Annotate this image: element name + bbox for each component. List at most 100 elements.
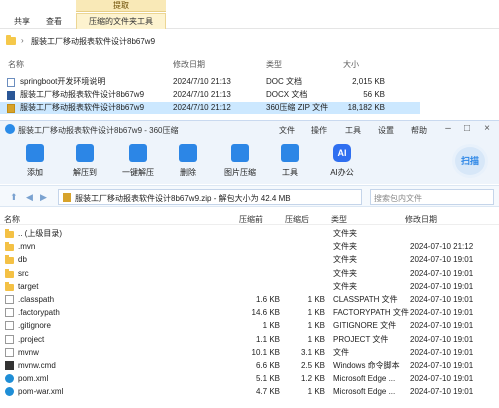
address-bar[interactable]: › 服装工厂移动报表软件设计8b67w9 <box>0 33 499 51</box>
folder-icon <box>5 268 14 278</box>
image-compress-label: 图片压缩 <box>224 168 256 177</box>
one-click-extract-button[interactable]: 一键解压 <box>116 144 160 178</box>
add-icon <box>26 144 44 162</box>
file-size: 18,182 KB <box>347 103 385 112</box>
cell-type: Microsoft Edge ... <box>333 374 396 384</box>
back-icon[interactable]: ◀ <box>26 192 33 203</box>
table-row[interactable]: .gitignore 1 KB 1 KB GITIGNORE 文件 2024-07-10… <box>0 319 499 332</box>
cell-modified: 2024-07-10 19:01 <box>410 295 474 304</box>
column-modified[interactable]: 修改日期 <box>405 214 437 225</box>
table-row[interactable]: db 文件夹 2024-07-10 19:01 <box>0 253 499 266</box>
cell-modified: 2024-07-10 21:12 <box>410 242 474 252</box>
column-size[interactable]: 大小 <box>343 59 359 70</box>
menu-tools[interactable]: 工具 <box>345 125 361 136</box>
table-row[interactable]: .. (上级目录) 文件夹 <box>0 227 499 240</box>
cell-name: .mvn <box>18 242 36 252</box>
cell-compressed: 14.6 KB <box>251 308 280 318</box>
column-modified[interactable]: 修改日期 <box>173 59 205 70</box>
file-modified: 2024/7/10 21:13 <box>173 90 231 99</box>
cell-modified: 2024-07-10 19:01 <box>410 334 474 344</box>
table-row[interactable]: .project 1.1 KB 1 KB PROJECT 文件 2024-07-10 1… <box>0 333 499 346</box>
table-row[interactable]: src 文件夹 2024-07-10 19:01 <box>0 267 499 280</box>
one-click-extract-label: 一键解压 <box>122 168 154 177</box>
ai-office-label: AI办公 <box>330 168 354 177</box>
table-row[interactable]: mvnw 10.1 KB 3.1 KB 文件 2024-07-10 19:01 <box>0 346 499 359</box>
breadcrumb[interactable]: 服装工厂移动报表软件设计8b67w9 <box>31 36 155 47</box>
explorer-file-row[interactable]: 服装工厂移动报表软件设计8b67w9 2024/7/10 21:13 DOCX … <box>0 89 420 101</box>
explorer-ribbon: 提取 共享 查看 压缩的文件夹工具 <box>0 0 499 29</box>
up-icon[interactable]: ⬆ <box>10 192 18 203</box>
edge-icon <box>5 387 14 397</box>
window-title: 服装工厂移动报表软件设计8b67w9 - 360压缩 <box>18 126 179 135</box>
cell-name: .classpath <box>18 295 55 304</box>
archive-path-field[interactable]: 服装工厂移动报表软件设计8b67w9.zip - 解包大小为 42.4 MB <box>58 189 362 205</box>
zip-window: 服装工厂移动报表软件设计8b67w9 - 360压缩 文件 操作 工具 设置 帮… <box>0 120 499 407</box>
one-click-extract-icon <box>129 144 147 162</box>
table-row[interactable]: pom.xml 5.1 KB 1.2 KB Microsoft Edge ... 202… <box>0 372 499 385</box>
cell-packed: 1 KB <box>307 387 325 397</box>
table-row[interactable]: .classpath 1.6 KB 1 KB CLASSPATH 文件 2024-07-… <box>0 293 499 306</box>
tab-view[interactable]: 查看 <box>46 15 62 29</box>
column-name[interactable]: 名称 <box>8 59 24 70</box>
table-row[interactable]: target 文件夹 2024-07-10 19:01 <box>0 280 499 293</box>
cell-packed: 1 KB <box>307 295 325 304</box>
table-row[interactable]: mvnw.cmd 6.6 KB 2.5 KB Windows 命令脚本 2024-07-… <box>0 359 499 372</box>
file-icon <box>5 334 14 344</box>
menu-settings[interactable]: 设置 <box>378 125 394 136</box>
file-modified: 2024/7/10 21:12 <box>173 103 231 112</box>
column-type[interactable]: 类型 <box>331 214 347 225</box>
image-compress-button[interactable]: 图片压缩 <box>218 144 262 178</box>
cell-compressed: 1.1 KB <box>255 334 280 344</box>
column-type[interactable]: 类型 <box>266 59 282 70</box>
cell-compressed: 6.6 KB <box>255 361 280 370</box>
zip-toolbar: 添加 解压到 一键解压 删除 图片压缩 工具 AI AI办公 扫描 <box>0 138 499 184</box>
explorer-file-row[interactable]: springboot开发环境说明 2024/7/10 21:13 DOC 文档 … <box>0 76 420 88</box>
tools-label: 工具 <box>282 168 298 177</box>
menu-help[interactable]: 帮助 <box>411 125 427 136</box>
table-row[interactable]: .factorypath 14.6 KB 1 KB FACTORYPATH 文件 202… <box>0 306 499 319</box>
cell-type: CLASSPATH 文件 <box>333 295 398 304</box>
minimize-icon[interactable]: – <box>442 123 454 135</box>
cell-name: .. (上级目录) <box>18 229 62 238</box>
cell-name: .project <box>18 334 45 344</box>
folder-icon <box>5 281 14 291</box>
delete-button[interactable]: 删除 <box>166 144 210 178</box>
add-button[interactable]: 添加 <box>13 144 57 178</box>
extract-to-button[interactable]: 解压到 <box>63 144 107 178</box>
extract-to-label: 解压到 <box>73 168 97 177</box>
cell-modified: 2024-07-10 19:01 <box>410 308 474 318</box>
cell-type: 文件夹 <box>333 268 357 278</box>
cell-modified: 2024-07-10 19:01 <box>410 374 474 384</box>
breadcrumb-chevron-icon[interactable]: › <box>21 36 24 45</box>
doc-icon <box>7 78 15 87</box>
zip-title-bar[interactable]: 服装工厂移动报表软件设计8b67w9 - 360压缩 文件 操作 工具 设置 帮… <box>0 121 499 138</box>
file-name: 服装工厂移动报表软件设计8b67w9 <box>20 90 145 99</box>
archive-path-text: 服装工厂移动报表软件设计8b67w9.zip - 解包大小为 42.4 MB <box>75 194 291 203</box>
file-size: 2,015 KB <box>352 77 385 86</box>
forward-icon[interactable]: ▶ <box>40 192 47 203</box>
ai-office-button[interactable]: AI AI办公 <box>320 144 364 178</box>
table-row[interactable]: pom-war.xml 4.7 KB 1 KB Microsoft Edge ... 2… <box>0 385 499 398</box>
scan-button[interactable]: 扫描 <box>452 144 488 178</box>
column-compressed[interactable]: 压缩前 <box>239 214 263 225</box>
close-icon[interactable]: × <box>481 123 493 135</box>
file-type: DOCX 文档 <box>266 90 308 99</box>
file-type: 360压缩 ZIP 文件 <box>266 103 329 112</box>
cell-modified: 2024-07-10 19:01 <box>410 321 474 331</box>
column-name[interactable]: 名称 <box>4 214 20 225</box>
maximize-icon[interactable]: □ <box>461 123 473 135</box>
menu-operate[interactable]: 操作 <box>311 125 327 136</box>
table-row[interactable]: .mvn 文件夹 2024-07-10 21:12 <box>0 240 499 253</box>
delete-label: 删除 <box>180 168 196 177</box>
menu-file[interactable]: 文件 <box>279 125 295 136</box>
extract-context-header[interactable]: 提取 <box>76 0 166 12</box>
column-packed[interactable]: 压缩后 <box>285 214 309 225</box>
file-icon <box>5 308 14 318</box>
tools-button[interactable]: 工具 <box>268 144 312 178</box>
image-compress-icon <box>231 144 249 162</box>
tab-compressed-folder-tools[interactable]: 压缩的文件夹工具 <box>76 13 166 29</box>
explorer-file-row-selected[interactable]: 服装工厂移动报表软件设计8b67w9 2024/7/10 21:12 360压缩… <box>0 102 420 114</box>
zip-icon <box>7 104 15 113</box>
search-input[interactable]: 搜索包内文件 <box>370 189 494 205</box>
tab-share[interactable]: 共享 <box>14 15 30 29</box>
